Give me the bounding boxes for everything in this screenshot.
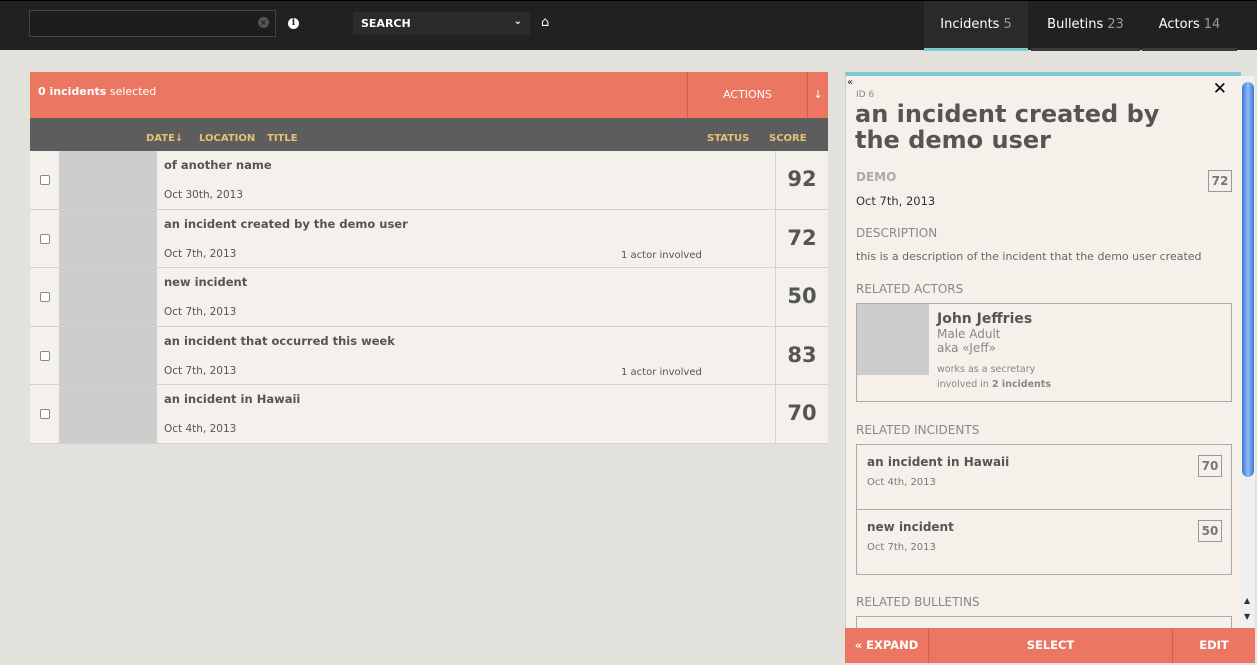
incident-list: 0 incidents selected ACTIONS ↓ DATE↓ LOC… [30, 72, 828, 444]
chevron-down-icon: ⌄ [513, 16, 522, 27]
row-score: 70 [775, 385, 828, 443]
related-incidents-list: an incident in Hawaii Oct 4th, 2013 70 new… [856, 444, 1232, 575]
row-checkbox[interactable] [40, 409, 50, 419]
row-actors: 1 actor involved [621, 366, 702, 378]
tab-incidents[interactable]: Incidents 5 [924, 1, 1028, 51]
score-badge: 72 [1208, 170, 1232, 192]
incident-title: an incident created by the demo user [855, 100, 1160, 154]
row-title[interactable]: an incident created by the demo user [164, 217, 408, 231]
scroll-down-icon[interactable]: ▼ [1244, 612, 1250, 621]
scrollbar[interactable]: ▲ ▼ [1241, 76, 1255, 628]
arrow-down-icon[interactable]: ↓ [807, 72, 828, 118]
row-date: Oct 30th, 2013 [164, 189, 244, 201]
row-date: Oct 7th, 2013 [164, 247, 237, 260]
row-title[interactable]: an incident that occurred this week [164, 334, 395, 348]
actor-desc: Male Adult [937, 327, 1001, 341]
sort-score[interactable]: SCORE [769, 133, 807, 144]
actor-card[interactable]: John Jeffries Male Adult aka «Jeff» work… [856, 303, 1232, 402]
search-type-select[interactable]: SEARCH ⌄ [353, 12, 530, 35]
close-icon[interactable]: ✕ [1213, 79, 1227, 99]
row-title[interactable]: of another name [164, 158, 272, 172]
home-icon[interactable]: ⌂ [541, 15, 549, 30]
related-bulletins-label: RELATED BULLETINS [856, 595, 980, 609]
actor-name[interactable]: John Jeffries [937, 311, 1032, 327]
actor-occupation: works as a secretary [937, 364, 1036, 375]
tab-count: 14 [1203, 17, 1221, 32]
row-thumbnail [59, 268, 157, 326]
row-score: 92 [775, 151, 828, 209]
row-thumbnail [59, 151, 157, 209]
detail-action-bar: « EXPAND SELECT EDIT [845, 628, 1255, 663]
row-title[interactable]: an incident in Hawaii [164, 392, 300, 406]
tab-label: Bulletins [1047, 17, 1104, 32]
selection-bar: 0 incidents selected ACTIONS ↓ [30, 72, 828, 118]
sort-location[interactable]: LOCATION [199, 133, 255, 144]
row-thumbnail [59, 326, 157, 384]
table-row[interactable]: an incident created by the demo user Oct … [30, 209, 828, 268]
actor-thumbnail [857, 304, 929, 375]
select-button[interactable]: SELECT [929, 628, 1173, 663]
related-incident-date: Oct 4th, 2013 [867, 477, 936, 488]
search-input[interactable] [29, 10, 276, 37]
incident-id: ID 6 [856, 90, 875, 100]
related-incident-date: Oct 7th, 2013 [867, 542, 936, 553]
tab-actors[interactable]: Actors 14 [1142, 1, 1237, 51]
edit-button[interactable]: EDIT [1173, 628, 1255, 663]
related-incident-title: new incident [867, 520, 954, 534]
table-row[interactable]: of another name Oct 30th, 2013 92 [30, 151, 828, 210]
row-score: 72 [775, 209, 828, 267]
tab-label: Incidents [940, 17, 1000, 32]
info-icon[interactable]: i [288, 18, 299, 29]
related-incident[interactable]: new incident Oct 7th, 2013 50 [857, 510, 1231, 575]
description-text: this is a description of the incident th… [856, 250, 1202, 263]
actor-involved: involved in 2 incidents [937, 379, 1051, 390]
table-row[interactable]: new incident Oct 7th, 2013 50 [30, 268, 828, 327]
score-badge: 70 [1198, 455, 1222, 477]
expand-button[interactable]: « EXPAND [845, 628, 929, 663]
related-incident[interactable]: an incident in Hawaii Oct 4th, 2013 70 [857, 445, 1231, 510]
scrollbar-thumb[interactable] [1242, 82, 1254, 477]
incident-date: Oct 7th, 2013 [856, 194, 936, 208]
sort-date[interactable]: DATE↓ [146, 133, 183, 144]
row-thumbnail [59, 385, 157, 443]
tab-count: 23 [1107, 17, 1124, 32]
row-date: Oct 7th, 2013 [164, 364, 237, 377]
clear-search-icon[interactable]: × [258, 17, 269, 28]
row-title[interactable]: new incident [164, 275, 247, 289]
tab-bulletins[interactable]: Bulletins 23 [1031, 1, 1140, 51]
row-checkbox[interactable] [40, 292, 50, 302]
actions-button[interactable]: ACTIONS [687, 72, 807, 118]
row-actors: 1 actor involved [621, 249, 702, 261]
related-incidents-label: RELATED INCIDENTS [856, 423, 980, 437]
row-score: 83 [775, 326, 828, 384]
score-badge: 50 [1198, 520, 1222, 542]
description-label: DESCRIPTION [856, 226, 938, 240]
row-date: Oct 7th, 2013 [164, 306, 237, 318]
selected-count: 0 incidents selected [38, 85, 157, 98]
row-checkbox[interactable] [40, 233, 50, 244]
top-bar: × i SEARCH ⌄ ⌂ Incidents 5 Bulletins 23 Act… [0, 0, 1257, 51]
table-row[interactable]: an incident in Hawaii Oct 4th, 2013 70 [30, 385, 828, 444]
row-date: Oct 4th, 2013 [164, 423, 237, 435]
related-incident-title: an incident in Hawaii [867, 455, 1010, 469]
row-thumbnail [59, 209, 157, 267]
incident-label: DEMO [856, 170, 897, 184]
tab-count: 5 [1003, 17, 1012, 32]
collapse-icon[interactable]: « [847, 77, 853, 88]
table-row[interactable]: an incident that occurred this week Oct 7… [30, 326, 828, 385]
row-checkbox[interactable] [40, 175, 50, 185]
row-score: 50 [775, 268, 828, 326]
related-actors-label: RELATED ACTORS [856, 282, 964, 296]
sort-status[interactable]: STATUS [707, 133, 749, 144]
row-checkbox[interactable] [40, 350, 50, 361]
column-header: DATE↓ LOCATION TITLE STATUS SCORE [30, 118, 828, 151]
sort-title[interactable]: TITLE [267, 133, 298, 144]
scroll-up-icon[interactable]: ▲ [1244, 596, 1250, 605]
incident-detail-panel: « ✕ ID 6 an incident created by the demo… [845, 72, 1241, 662]
tab-label: Actors [1158, 17, 1200, 32]
actor-aka: aka «Jeff» [937, 341, 996, 355]
search-type-value: SEARCH [361, 17, 411, 30]
